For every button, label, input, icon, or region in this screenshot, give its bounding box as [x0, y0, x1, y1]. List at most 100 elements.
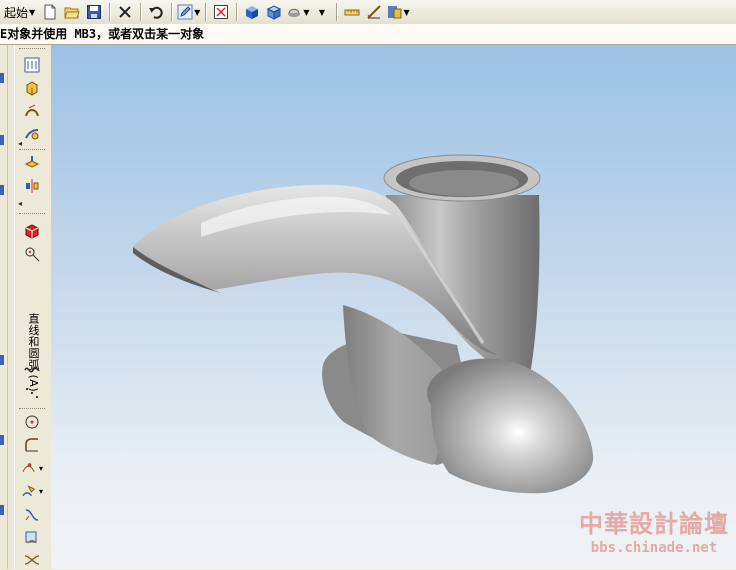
open-button[interactable]: [62, 2, 82, 22]
point-set-button[interactable]: [21, 383, 43, 403]
point-button[interactable]: [21, 244, 43, 264]
resource-tab[interactable]: [0, 435, 4, 445]
circle-button[interactable]: [21, 412, 43, 432]
fit-view-button[interactable]: [211, 2, 231, 22]
chevron-down-icon: ▾: [38, 486, 43, 496]
measure-icon: [344, 9, 360, 16]
expand-arrow-icon[interactable]: ◂: [18, 199, 22, 208]
measure-button[interactable]: [342, 2, 362, 22]
resource-bar: [0, 45, 8, 569]
bridge-curve-button[interactable]: [21, 505, 43, 525]
edit-pencil-icon: [177, 4, 193, 20]
forum-watermark: 中華設計論壇 bbs.chinade.net: [578, 509, 730, 563]
toolbar-grip[interactable]: [19, 48, 45, 51]
sketch-button[interactable]: [21, 55, 43, 75]
analysis-icon: [367, 5, 382, 19]
toolbar-separator: [109, 3, 111, 21]
wireframe-box-icon: [267, 5, 282, 20]
new-file-icon: [44, 4, 56, 20]
project-curve-button[interactable]: [21, 528, 43, 548]
toolbar-grip[interactable]: [19, 149, 45, 152]
watermark-title: 中華設計論壇: [579, 510, 729, 538]
new-file-button[interactable]: [40, 2, 60, 22]
open-folder-icon: [64, 7, 80, 19]
offset-icon: [24, 156, 40, 168]
offset-button[interactable]: [21, 153, 43, 173]
chevron-down-icon: ▼: [303, 7, 310, 17]
cue-line: E对象并使用 MB3，或者双击某一对象: [0, 24, 736, 45]
more-options-button[interactable]: ▼: [311, 2, 331, 22]
model-pipe-inner: [409, 170, 519, 196]
chevron-down-icon: ▼: [29, 7, 36, 17]
edit-button[interactable]: ▼: [177, 2, 200, 22]
toolbar-grip[interactable]: [19, 213, 45, 216]
save-icon: [87, 5, 102, 19]
delete-icon: [119, 6, 131, 18]
resource-tab[interactable]: [0, 73, 4, 83]
model-toe: [427, 358, 594, 494]
analysis-button[interactable]: [364, 2, 384, 22]
revolve-icon: [25, 104, 39, 117]
extrude-button[interactable]: [21, 78, 43, 98]
point-icon: [25, 247, 40, 262]
fillet-curve-button[interactable]: [21, 435, 43, 455]
chevron-down-icon: ▼: [318, 7, 326, 17]
resource-tab[interactable]: [0, 185, 4, 195]
resource-tab[interactable]: [0, 505, 4, 515]
bridge-curve-icon: [25, 509, 39, 521]
toolbar-separator: [140, 3, 142, 21]
intersect-curve-icon: [24, 555, 40, 565]
intersect-curve-button[interactable]: [21, 550, 43, 570]
toolbar-separator: [236, 3, 238, 21]
edit-curve-button[interactable]: ▾: [21, 481, 43, 501]
toolbar-separator: [336, 3, 338, 21]
project-curve-icon: [25, 531, 37, 544]
render-style-button[interactable]: ▼: [286, 2, 309, 22]
display-button[interactable]: ▼: [386, 2, 410, 22]
fit-view-icon: [214, 5, 229, 19]
edit-curve-icon: [22, 485, 36, 497]
line-arc-toolbar-label: 直线和圆弧 (A): [27, 313, 40, 393]
mirror-button[interactable]: [21, 176, 43, 196]
resource-tab[interactable]: [0, 355, 4, 365]
start-menu-label: 起始: [4, 5, 29, 20]
curve-toolbar: ◂ ◂ 直线和圆弧 (A) ▾ ▾: [14, 45, 52, 569]
toolbar-separator: [171, 3, 173, 21]
undo-icon: [149, 6, 163, 19]
3d-model[interactable]: [51, 45, 736, 569]
render-style-icon: [288, 8, 301, 17]
chevron-down-icon: ▼: [403, 7, 410, 17]
spline-icon: [24, 367, 40, 373]
display-icon: [388, 6, 402, 19]
wireframe-view-button[interactable]: [264, 2, 284, 22]
extrude-icon: [26, 81, 38, 96]
watermark-url: bbs.chinade.net: [590, 540, 718, 556]
trim-icon: [22, 463, 35, 472]
toolbar-grip[interactable]: [19, 408, 45, 411]
trim-button[interactable]: ▾: [21, 458, 43, 478]
sweep-button[interactable]: [21, 124, 43, 144]
toolbar-separator: [205, 3, 207, 21]
revolve-button[interactable]: [21, 101, 43, 121]
shaded-view-button[interactable]: [242, 2, 262, 22]
save-button[interactable]: [84, 2, 104, 22]
start-menu-button[interactable]: 起始 ▼: [1, 2, 38, 22]
resource-tab[interactable]: [0, 135, 4, 145]
spline-button[interactable]: [21, 359, 43, 379]
expand-arrow-icon[interactable]: ◂: [18, 139, 22, 148]
delete-button[interactable]: [115, 2, 135, 22]
fillet-curve-icon: [25, 438, 38, 452]
solid-body-button[interactable]: [21, 221, 43, 241]
sweep-icon: [25, 129, 39, 140]
red-cube-icon: [25, 224, 39, 239]
point-set-icon: [26, 388, 38, 398]
graphics-viewport[interactable]: 中華設計論壇 bbs.chinade.net: [51, 45, 736, 569]
circle-icon: [25, 415, 39, 429]
sketch-icon: [24, 57, 40, 73]
chevron-down-icon: ▾: [38, 463, 43, 473]
undo-button[interactable]: [146, 2, 166, 22]
main-toolbar: 起始 ▼ ▼ ▼ ▼ ▼: [0, 0, 736, 25]
mirror-icon: [26, 179, 39, 193]
chevron-down-icon: ▼: [194, 7, 201, 17]
cue-text: E对象并使用 MB3，或者双击某一对象: [0, 27, 205, 41]
